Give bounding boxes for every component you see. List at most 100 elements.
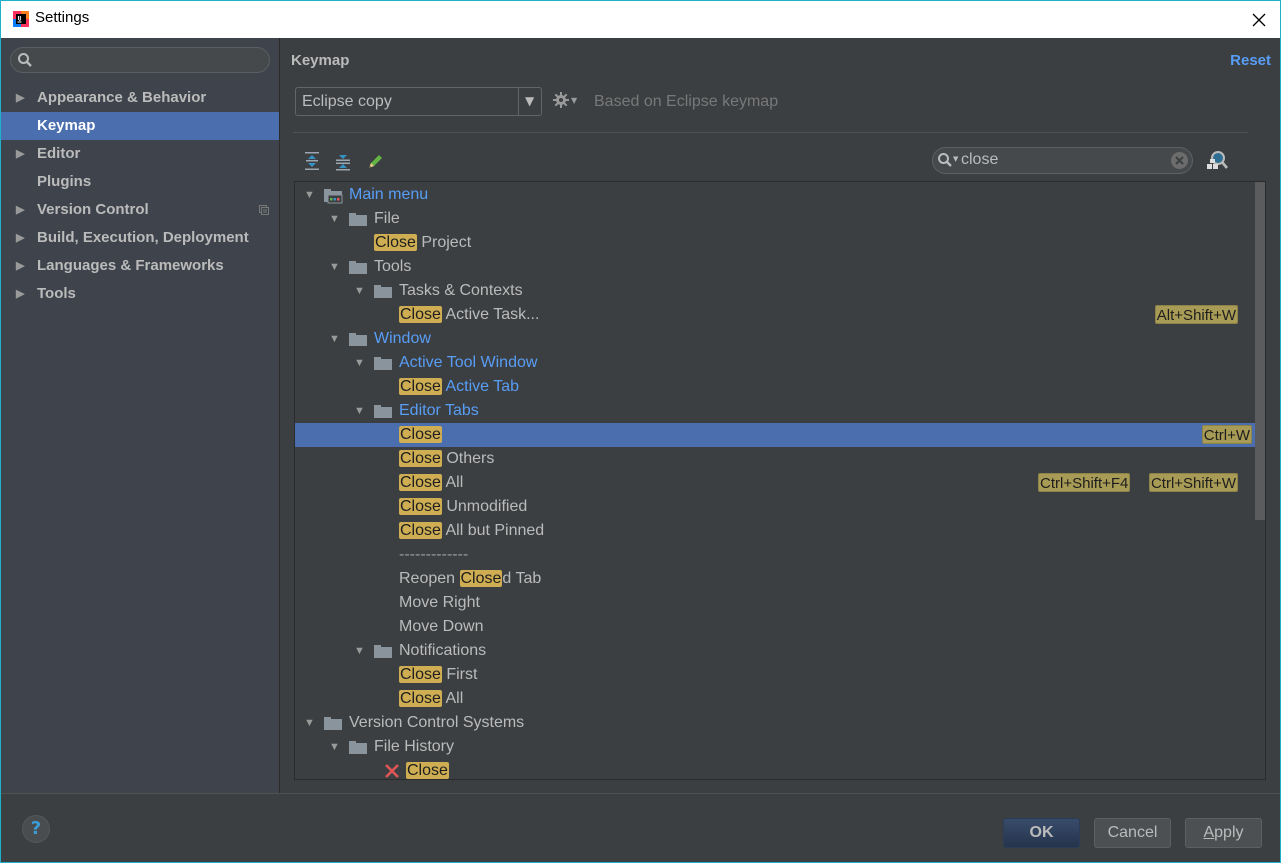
label-suffix: File: [374, 210, 400, 227]
tree-group-row[interactable]: ▼ Notifications: [295, 639, 1253, 663]
page-title: Keymap: [291, 52, 350, 69]
collapse-arrow-icon[interactable]: ▼: [354, 351, 365, 375]
tree-row-label: Close All: [399, 471, 463, 495]
expand-arrow-icon[interactable]: ▶: [16, 84, 24, 112]
tree-action-row[interactable]: Close All: [295, 687, 1253, 711]
edit-shortcut-pencil-icon[interactable]: [365, 150, 385, 172]
collapse-arrow-icon[interactable]: ▼: [354, 279, 365, 303]
find-by-shortcut-icon[interactable]: [1206, 149, 1228, 171]
tree-row-label: Tasks & Contexts: [399, 279, 523, 303]
svg-text:IJ: IJ: [18, 16, 22, 22]
help-question-icon: ?: [30, 818, 42, 839]
tree-row-label: Window: [374, 327, 431, 351]
tree-group-row[interactable]: ▼ Active Tool Window: [295, 351, 1253, 375]
collapse-arrow-icon[interactable]: ▼: [329, 255, 340, 279]
collapse-arrow-icon[interactable]: ▼: [329, 735, 340, 759]
tree-row-label: Tools: [374, 255, 411, 279]
keymap-select[interactable]: Eclipse copy ▼: [295, 87, 542, 116]
sidebar-item-editor[interactable]: ▶ Editor: [1, 140, 279, 168]
tree-group-row[interactable]: ▼ File History: [295, 735, 1253, 759]
ok-button[interactable]: OK: [1003, 818, 1080, 848]
sidebar-item-label: Languages & Frameworks: [37, 257, 224, 274]
label-suffix: Tasks & Contexts: [399, 282, 523, 299]
tree-action-row[interactable]: Close All but Pinned: [295, 519, 1253, 543]
tree-group-row[interactable]: ▼ Editor Tabs: [295, 399, 1253, 423]
gear-icon[interactable]: [553, 92, 569, 108]
expand-arrow-icon[interactable]: ▶: [16, 252, 24, 280]
search-match-highlight: Close: [399, 690, 442, 707]
tree-action-row[interactable]: Close Project: [295, 231, 1253, 255]
search-match-highlight: Close: [399, 378, 442, 395]
tree-group-row[interactable]: ▼ File: [295, 207, 1253, 231]
tree-action-row[interactable]: Close All Ctrl+Shift+W Ctrl+Shift+F4: [295, 471, 1253, 495]
search-icon: [18, 53, 32, 67]
collapse-arrow-icon[interactable]: ▼: [304, 183, 315, 207]
expand-arrow-icon[interactable]: ▶: [16, 280, 24, 308]
expand-arrow-icon[interactable]: ▶: [16, 140, 24, 168]
sidebar-item-keymap[interactable]: Keymap: [1, 112, 279, 140]
sidebar-item-appearance-behavior[interactable]: ▶ Appearance & Behavior: [1, 84, 279, 112]
sidebar-item-plugins[interactable]: Plugins: [1, 168, 279, 196]
sidebar-item-label: Keymap: [37, 117, 96, 134]
apply-label: pply: [1214, 824, 1244, 841]
expand-arrow-icon[interactable]: ▶: [16, 196, 24, 224]
tree-action-row[interactable]: Close Active Task... Alt+Shift+W: [295, 303, 1253, 327]
collapse-arrow-icon[interactable]: ▼: [354, 399, 365, 423]
tree-group-row[interactable]: ▼ Main menu: [295, 183, 1253, 207]
sidebar-item-version-control[interactable]: ▶ Version Control: [1, 196, 279, 224]
collapse-arrow-icon[interactable]: ▼: [329, 327, 340, 351]
tree-action-row[interactable]: Close Active Tab: [295, 375, 1253, 399]
tree-row-label: Close Active Tab: [399, 375, 519, 399]
tree-row-label: Close Unmodified: [399, 495, 527, 519]
keymap-filter-input[interactable]: [961, 150, 1161, 170]
shortcut-badge: Ctrl+W: [1201, 425, 1252, 444]
tree-action-row[interactable]: Close Unmodified: [295, 495, 1253, 519]
tree-action-row[interactable]: Move Right: [295, 591, 1253, 615]
sidebar-item-label: Appearance & Behavior: [37, 89, 207, 106]
collapse-arrow-icon[interactable]: ▼: [304, 711, 315, 735]
tree-group-row[interactable]: ▼ Tools: [295, 255, 1253, 279]
tree-row-label: Close All but Pinned: [399, 519, 544, 543]
close-window-icon[interactable]: [1249, 10, 1269, 30]
expand-arrow-icon[interactable]: ▶: [16, 224, 24, 252]
main-menu-icon: [324, 189, 343, 204]
label-suffix: Main menu: [349, 186, 429, 203]
keymap-filter-search[interactable]: ▼: [932, 147, 1193, 174]
tree-row-label: Move Down: [399, 615, 483, 639]
scrollbar-thumb[interactable]: [1255, 182, 1265, 520]
collapse-all-icon[interactable]: [333, 150, 353, 172]
reset-link[interactable]: Reset: [1230, 52, 1271, 69]
shortcut-badge: Ctrl+Shift+W: [1148, 473, 1238, 492]
tree-action-row[interactable]: Close: [295, 759, 1253, 779]
help-button[interactable]: ?: [22, 815, 50, 843]
tree-separator-row[interactable]: -------------: [295, 543, 1253, 567]
tree-group-row[interactable]: ▼ Tasks & Contexts: [295, 279, 1253, 303]
title-bar: IJ Settings: [1, 1, 1280, 38]
collapse-arrow-icon[interactable]: ▼: [329, 207, 340, 231]
collapse-arrow-icon[interactable]: ▼: [354, 639, 365, 663]
tree-row-label: Close All: [399, 687, 463, 711]
tree-action-row[interactable]: Reopen Closed Tab: [295, 567, 1253, 591]
tree-group-row[interactable]: ▼ Version Control Systems: [295, 711, 1253, 735]
tree-row-label: Reopen Closed Tab: [399, 567, 541, 591]
project-level-icon: [259, 205, 269, 215]
tree-group-row[interactable]: ▼ Window: [295, 327, 1253, 351]
sidebar-item-tools[interactable]: ▶ Tools: [1, 280, 279, 308]
keymap-actions-tree[interactable]: ▼ Main menu ▼ File Close Project ▼ Tools ▼ Tasks…: [294, 181, 1266, 780]
cancel-button[interactable]: Cancel: [1094, 818, 1171, 848]
folder-icon: [324, 717, 342, 730]
expand-all-icon[interactable]: [302, 150, 322, 172]
tree-action-row[interactable]: Close Others: [295, 447, 1253, 471]
tree-vertical-scrollbar[interactable]: [1255, 182, 1265, 779]
tree-row-label: Notifications: [399, 639, 486, 663]
sidebar-item-build-execution-deployment[interactable]: ▶ Build, Execution, Deployment: [1, 224, 279, 252]
settings-search-input[interactable]: [10, 47, 270, 73]
apply-button[interactable]: Apply: [1185, 818, 1262, 848]
search-history-caret-icon[interactable]: ▼: [953, 155, 958, 163]
tree-action-row[interactable]: Move Down: [295, 615, 1253, 639]
search-match-highlight: Close: [399, 426, 442, 443]
sidebar-item-languages-frameworks[interactable]: ▶ Languages & Frameworks: [1, 252, 279, 280]
tree-action-row[interactable]: Close First: [295, 663, 1253, 687]
clear-search-icon[interactable]: [1170, 151, 1189, 170]
tree-action-row[interactable]: Close Ctrl+W: [295, 423, 1265, 447]
